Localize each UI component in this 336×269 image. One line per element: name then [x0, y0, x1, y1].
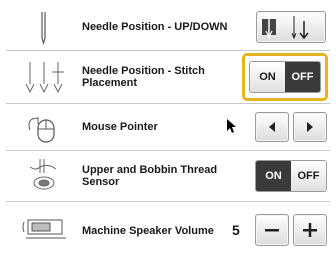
volume-decrease-button[interactable]	[255, 214, 289, 246]
thread-sensor-toggle[interactable]: ON OFF	[255, 160, 327, 192]
pointer-prev-button[interactable]	[255, 112, 289, 142]
minus-icon	[265, 229, 279, 232]
speaker-icon	[22, 212, 72, 250]
arrow-right-icon	[307, 122, 313, 132]
setting-row-thread-sensor: Upper and Bobbin Thread Sensor ON OFF	[6, 151, 330, 202]
pointer-next-button[interactable]	[293, 112, 327, 142]
plus-icon	[303, 223, 317, 237]
toggle-on-option[interactable]: ON	[256, 161, 291, 191]
volume-value: 5	[232, 222, 240, 238]
toggle-on-option[interactable]: ON	[250, 62, 285, 92]
settings-screen: Needle Position - UP/DOWN Needle Positio…	[0, 0, 336, 269]
setting-label: Machine Speaker Volume	[82, 225, 214, 237]
stitch-placement-toggle[interactable]: ON OFF	[249, 61, 321, 93]
needle-updown-button[interactable]	[256, 11, 326, 43]
setting-row-speaker-volume: Machine Speaker Volume 5	[6, 202, 330, 260]
arrow-left-icon	[269, 122, 275, 132]
setting-row-needle-position-updown: Needle Position - UP/DOWN	[6, 4, 330, 51]
toggle-off-option[interactable]: OFF	[285, 62, 320, 92]
setting-row-stitch-placement: Needle Position - Stitch Placement ON OF…	[6, 51, 330, 104]
needle-up-down-icon	[262, 15, 309, 40]
thread-sensor-icon	[22, 157, 72, 195]
toggle-off-option[interactable]: OFF	[291, 161, 326, 191]
setting-label: Upper and Bobbin Thread Sensor	[82, 164, 218, 188]
mouse-icon	[22, 108, 72, 146]
volume-increase-button[interactable]	[293, 214, 327, 246]
needle-stitch-icon	[22, 58, 72, 96]
setting-label: Needle Position - UP/DOWN	[82, 21, 228, 33]
setting-row-mouse-pointer: Mouse Pointer	[6, 104, 330, 151]
cursor-pointer-icon	[226, 118, 238, 139]
setting-label: Needle Position - Stitch Placement	[82, 65, 205, 89]
needle-icon	[22, 8, 72, 46]
